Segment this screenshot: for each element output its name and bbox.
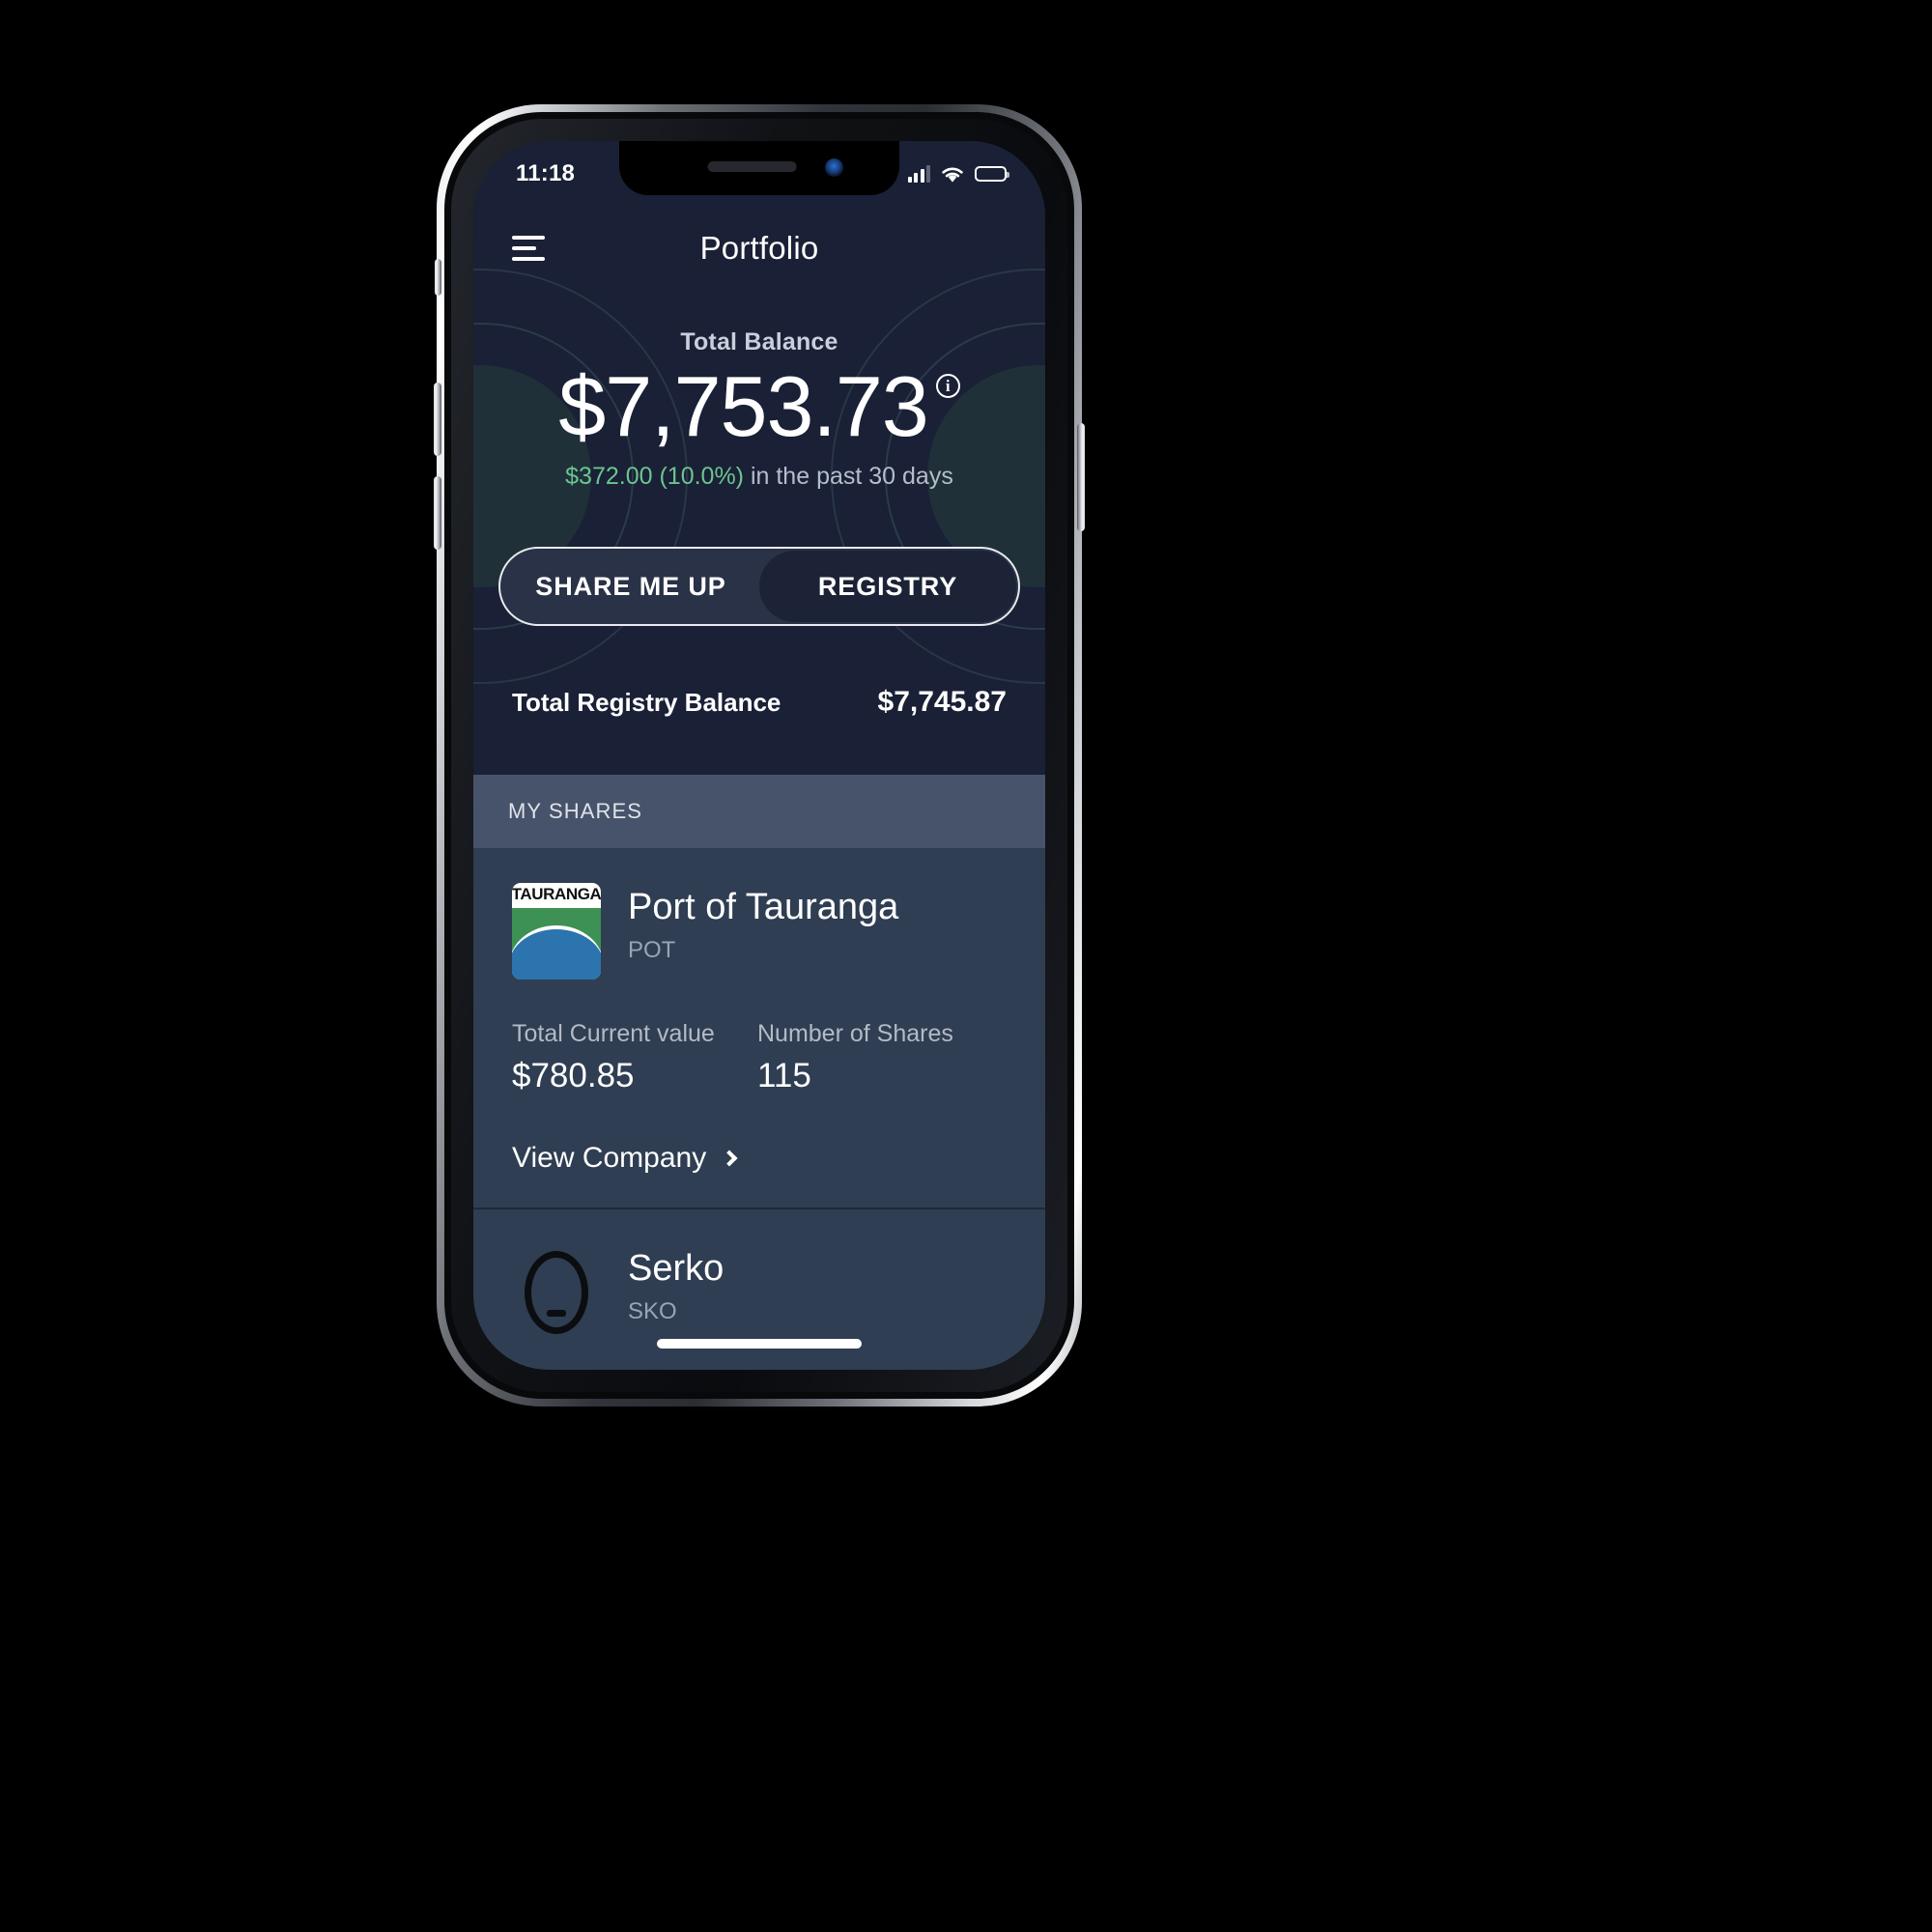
stat-value: 115: [757, 1057, 811, 1094]
company-name: Serko: [628, 1248, 724, 1289]
company-ticker: SKO: [628, 1297, 677, 1324]
status-bar-icons: [907, 165, 1009, 184]
stat-total-current-value: Total Current value $780.85: [512, 1020, 757, 1095]
share-card-header: TAURANGA Port of Tauranga POT: [512, 883, 1007, 980]
view-company-button[interactable]: View Company: [512, 1142, 1007, 1175]
phone-inner-bezel: 11:18 Portfolio Total Balance $7,753.73 …: [451, 119, 1067, 1392]
balance-change-line: $372.00 (10.0%) in the past 30 days: [473, 463, 1045, 491]
front-camera-icon: [825, 158, 843, 177]
home-indicator[interactable]: [657, 1339, 862, 1349]
total-registry-balance-row: Total Registry Balance $7,745.87: [512, 686, 1007, 719]
cellular-signal-icon: [907, 165, 930, 183]
phone-body: 11:18 Portfolio Total Balance $7,753.73 …: [444, 112, 1074, 1399]
company-name: Port of Tauranga: [628, 887, 899, 927]
share-card-stats: Total Current value $780.85 Number of Sh…: [512, 1020, 1007, 1095]
total-registry-balance-label: Total Registry Balance: [512, 688, 781, 718]
phone-screen: 11:18 Portfolio Total Balance $7,753.73 …: [473, 141, 1045, 1370]
chevron-right-icon: [721, 1150, 738, 1167]
logo-wordmark: TAURANGA: [512, 885, 601, 903]
navigation-bar: Portfolio: [473, 195, 1045, 301]
tab-share-me-up[interactable]: SHARE ME UP: [502, 551, 759, 622]
port-of-tauranga-logo-icon: TAURANGA: [512, 883, 601, 980]
view-company-label: View Company: [512, 1142, 707, 1174]
stat-label: Total Current value: [512, 1020, 715, 1047]
stat-number-of-shares: Number of Shares 115: [757, 1020, 1003, 1095]
phone-frame: 11:18 Portfolio Total Balance $7,753.73 …: [434, 104, 1085, 1406]
share-card-titles: Port of Tauranga POT: [628, 883, 898, 964]
silent-switch-button[interactable]: [435, 259, 441, 296]
phone-notch: [619, 141, 899, 195]
info-icon[interactable]: i: [935, 374, 960, 398]
balance-change-period: in the past 30 days: [744, 463, 953, 491]
status-bar-time: 11:18: [516, 160, 576, 186]
portfolio-hero-section: Portfolio Total Balance $7,753.73 i $372…: [473, 141, 1045, 775]
company-ticker: POT: [628, 936, 676, 963]
my-shares-section-header-label: MY SHARES: [508, 799, 643, 823]
volume-down-button[interactable]: [434, 476, 441, 550]
stat-label: Number of Shares: [757, 1020, 953, 1047]
portfolio-view-toggle[interactable]: SHARE ME UP REGISTRY: [498, 547, 1020, 627]
total-balance-row: $7,753.73 i: [558, 358, 960, 454]
wifi-icon: [942, 167, 963, 183]
total-balance-amount: $7,753.73: [558, 358, 928, 454]
balance-change-value: $372.00 (10.0%): [565, 463, 745, 491]
company-logo: [512, 1244, 601, 1341]
total-balance-label: Total Balance: [680, 328, 838, 355]
share-card-titles: Serko SKO: [628, 1244, 724, 1325]
total-balance-block: Total Balance $7,753.73 i $372.00 (10.0%…: [473, 301, 1045, 491]
logo-oval-outline: [525, 1251, 588, 1334]
shares-list: TAURANGA Port of Tauranga POT Total Curr…: [473, 848, 1045, 1370]
earpiece-speaker-icon: [707, 161, 797, 172]
volume-up-button[interactable]: [434, 383, 441, 456]
stat-value: $780.85: [512, 1057, 635, 1094]
power-button[interactable]: [1077, 423, 1085, 531]
page-title: Portfolio: [699, 230, 819, 266]
list-item[interactable]: TAURANGA Port of Tauranga POT Total Curr…: [473, 848, 1045, 1209]
logo-dash-mark: [547, 1310, 566, 1317]
tab-registry[interactable]: REGISTRY: [759, 551, 1016, 623]
total-registry-balance-value: $7,745.87: [877, 686, 1007, 719]
my-shares-section-header: MY SHARES: [473, 775, 1045, 848]
serko-logo-icon: [512, 1244, 601, 1341]
share-card-header: Serko SKO: [512, 1244, 1007, 1341]
battery-icon: [975, 166, 1009, 182]
company-logo: TAURANGA: [512, 883, 601, 980]
